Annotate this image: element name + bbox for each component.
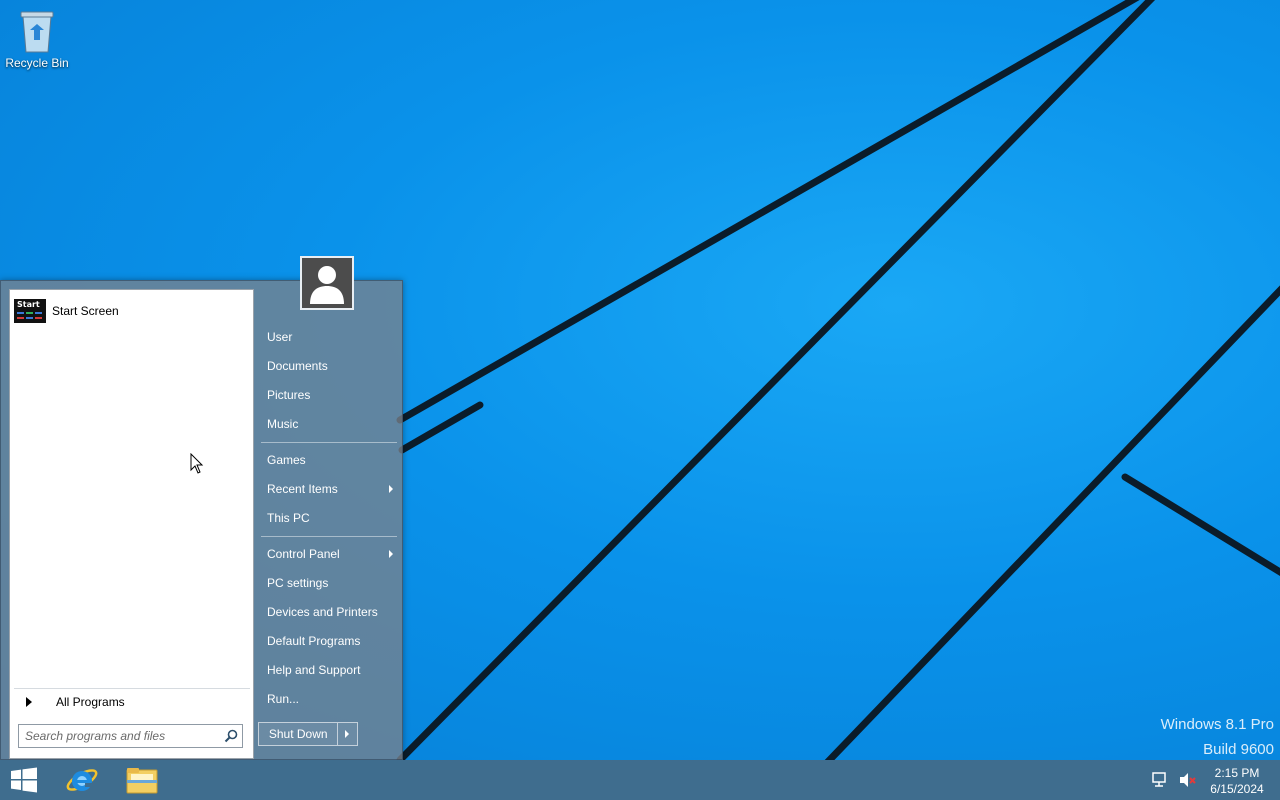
shut-down-button-group: Shut Down (258, 722, 358, 746)
clock-date: 6/15/2024 (1210, 782, 1264, 796)
build-number-watermark: Build 9600 (1203, 741, 1274, 758)
shut-down-button[interactable]: Shut Down (259, 723, 339, 745)
start-button[interactable] (0, 760, 48, 800)
file-explorer-icon (126, 768, 158, 794)
all-programs-label: All Programs (56, 695, 125, 709)
start-screen-item[interactable]: Start Start Screen (14, 296, 250, 326)
start-menu-programs-pane: Start Start Screen All Programs (9, 289, 254, 759)
clock-time: 2:15 PM (1214, 766, 1260, 780)
internet-explorer-button[interactable] (54, 760, 110, 800)
start-screen-label: Start Screen (52, 304, 119, 318)
start-screen-icon: Start (14, 299, 46, 323)
search-box[interactable] (18, 724, 243, 748)
menu-separator (261, 442, 397, 443)
menu-item-documents[interactable]: Documents (263, 353, 397, 379)
windows-version-watermark: Windows 8.1 Pro (1160, 716, 1274, 733)
menu-item-control-panel[interactable]: Control Panel (263, 541, 397, 567)
search-icon[interactable] (224, 729, 238, 743)
menu-item-games[interactable]: Games (263, 447, 397, 473)
menu-item-devices-and-printers[interactable]: Devices and Printers (263, 599, 397, 625)
menu-item-user[interactable]: User (263, 324, 397, 350)
user-avatar[interactable] (300, 256, 354, 310)
submenu-arrow-icon (389, 485, 393, 493)
volume-muted-icon[interactable] (1178, 771, 1198, 789)
all-programs-button[interactable]: All Programs (14, 688, 250, 713)
menu-separator (261, 536, 397, 537)
recycle-bin-shortcut[interactable]: Recycle Bin (4, 6, 70, 70)
taskbar: 2:15 PM 6/15/2024 (0, 760, 1280, 800)
user-avatar-icon (310, 266, 344, 304)
system-tray (1150, 760, 1198, 800)
network-icon[interactable] (1150, 771, 1172, 789)
expand-arrow-icon (26, 697, 32, 707)
windows-logo-icon (11, 767, 37, 793)
shut-down-options-button[interactable] (338, 723, 357, 745)
file-explorer-button[interactable] (114, 760, 170, 800)
taskbar-clock[interactable]: 2:15 PM 6/15/2024 (1202, 765, 1272, 797)
start-menu-places-pane: User Documents Pictures Music Games Rece… (255, 281, 404, 761)
internet-explorer-icon (66, 769, 98, 791)
menu-item-pictures[interactable]: Pictures (263, 382, 397, 408)
menu-item-pc-settings[interactable]: PC settings (263, 570, 397, 596)
start-menu: Start Start Screen All Programs User Do (0, 280, 403, 760)
menu-item-recent-items[interactable]: Recent Items (263, 476, 397, 502)
menu-item-default-programs[interactable]: Default Programs (263, 628, 397, 654)
mouse-cursor-icon (190, 453, 204, 474)
chevron-right-icon (345, 730, 350, 738)
recycle-bin-icon (20, 11, 54, 53)
menu-item-this-pc[interactable]: This PC (263, 505, 397, 531)
recycle-bin-label: Recycle Bin (5, 56, 69, 70)
menu-item-run[interactable]: Run... (263, 686, 397, 712)
menu-item-help-and-support[interactable]: Help and Support (263, 657, 397, 683)
menu-item-music[interactable]: Music (263, 411, 397, 437)
submenu-arrow-icon (389, 550, 393, 558)
search-input[interactable] (19, 725, 231, 747)
